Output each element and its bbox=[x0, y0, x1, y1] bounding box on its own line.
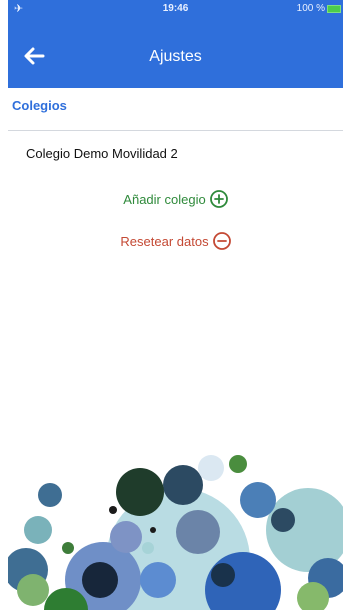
section-header: Colegios bbox=[8, 88, 343, 131]
status-time: 19:46 bbox=[162, 3, 189, 14]
add-school-label: Añadir colegio bbox=[123, 191, 206, 207]
top-bar: ✈ 19:46 100 % Ajustes bbox=[8, 0, 343, 88]
reset-data-button[interactable]: Resetear datos bbox=[8, 232, 343, 250]
plus-circle-icon bbox=[209, 190, 228, 208]
reset-data-label: Resetear datos bbox=[120, 233, 209, 249]
section-label: Colegios bbox=[12, 98, 67, 113]
status-battery-text: 100 % bbox=[296, 3, 325, 14]
add-school-button[interactable]: Añadir colegio bbox=[8, 190, 343, 208]
battery-icon bbox=[327, 5, 341, 13]
decorative-bubbles bbox=[8, 455, 343, 610]
school-item[interactable]: Colegio Demo Movilidad 2 bbox=[26, 146, 178, 161]
minus-circle-icon bbox=[212, 232, 231, 250]
status-bar: ✈ 19:46 100 % bbox=[8, 0, 343, 18]
app-screen: ✈ 19:46 100 % Ajustes Colegios Colegio D… bbox=[8, 0, 343, 610]
page-title: Ajustes bbox=[149, 48, 202, 65]
